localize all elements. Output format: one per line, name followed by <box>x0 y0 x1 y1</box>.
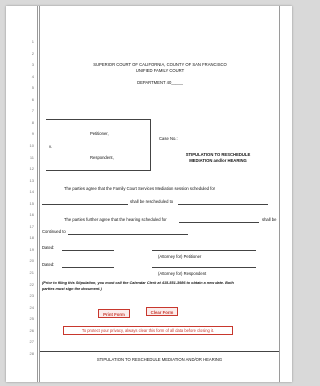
line-number: 4 <box>31 73 34 79</box>
line-number: 9 <box>31 131 34 137</box>
line-number: 19 <box>29 246 34 252</box>
continued-date-field[interactable] <box>68 234 188 235</box>
footer-title: STIPULATION TO RESCHEDULE MEDIATION AND/… <box>96 357 223 362</box>
court-name: SUPERIOR COURT OF CALIFORNIA, COUNTY OF … <box>93 62 227 67</box>
instructions-line2: parties must sign the document.) <box>42 287 102 291</box>
privacy-notice: To protect your privacy, always clear th… <box>63 326 233 335</box>
petitioner-label: Petitioner, <box>90 131 109 136</box>
line-number: 3 <box>31 62 34 68</box>
mediation-date-field[interactable] <box>42 204 128 205</box>
hearing-text: The parties further agree that the heari… <box>64 217 167 222</box>
line-number: 8 <box>31 119 34 125</box>
document-title-line1: STIPULATION TO RESCHEDULE <box>185 152 251 157</box>
line-number: 24 <box>29 304 34 310</box>
line-number: 21 <box>29 270 34 275</box>
line-number: 2 <box>31 50 34 56</box>
right-margin-rule <box>279 6 280 382</box>
line-number: 12 <box>29 166 34 172</box>
line-number: 20 <box>29 258 34 264</box>
print-form-button[interactable]: Print Form <box>98 309 130 318</box>
line-number: 18 <box>29 235 34 241</box>
rescheduled-text: shall be rescheduled to <box>130 199 174 204</box>
petitioner-signature-line[interactable] <box>152 250 256 251</box>
line-number: 10 <box>29 142 34 148</box>
rescheduled-date-field[interactable] <box>178 204 268 205</box>
line-number: 5 <box>31 85 34 91</box>
dated-label-1: Dated: <box>42 245 55 250</box>
clear-form-button[interactable]: Clear Form <box>146 307 178 316</box>
respondent-signature-line[interactable] <box>152 267 256 268</box>
continued-text: Continued to <box>42 229 66 234</box>
instructions-line1: (Prior to filing this Stipulation, you m… <box>42 281 234 285</box>
hearing-text-end: shall be <box>262 217 277 222</box>
attorney-petitioner-label: (Attorney for) Petitioner <box>158 254 202 259</box>
line-number: 1 <box>31 39 34 44</box>
line-number: 22 <box>29 281 34 287</box>
line-number: 28 <box>29 350 34 356</box>
line-number: 13 <box>29 177 34 183</box>
line-number: 14 <box>29 189 34 195</box>
mediation-text: The parties agree that the Family Court … <box>64 186 216 191</box>
left-margin-rule-inner <box>39 6 40 382</box>
court-division: UNIFIED FAMILY COURT <box>135 68 185 73</box>
line-number: 7 <box>31 108 34 114</box>
caption-top-line <box>46 119 150 120</box>
line-number: 6 <box>31 96 34 102</box>
caption-divider <box>150 119 151 171</box>
versus-label: v. <box>49 144 52 149</box>
dated-field-1[interactable] <box>62 250 114 251</box>
line-number: 11 <box>29 154 34 160</box>
form-page: 1 2 3 4 5 6 7 8 9 10 11 12 13 14 15 16 17 18 19 20 21 22 23 24 2… <box>6 6 292 382</box>
line-number: 17 <box>29 223 34 229</box>
case-number-label: Case No.: <box>159 136 178 141</box>
line-number: 26 <box>29 327 34 333</box>
line-number: 23 <box>29 293 34 299</box>
line-number: 16 <box>29 212 34 218</box>
department-line: DEPARTMENT 40_____ <box>137 80 183 85</box>
line-number: 25 <box>29 316 34 322</box>
respondent-label: Respondent, <box>90 155 114 160</box>
attorney-respondent-label: (Attorney for) Respondent <box>158 271 207 276</box>
caption-bottom-line <box>46 170 150 171</box>
line-number: 15 <box>29 200 34 206</box>
dated-label-2: Dated: <box>42 262 55 267</box>
dated-field-2[interactable] <box>62 267 114 268</box>
hearing-date-field[interactable] <box>179 222 259 223</box>
footer-rule <box>40 351 279 352</box>
line-number: 27 <box>29 339 34 345</box>
left-margin-rule-outer <box>37 6 38 382</box>
document-title-line2: MEDIATION and/or HEARING <box>189 158 247 163</box>
